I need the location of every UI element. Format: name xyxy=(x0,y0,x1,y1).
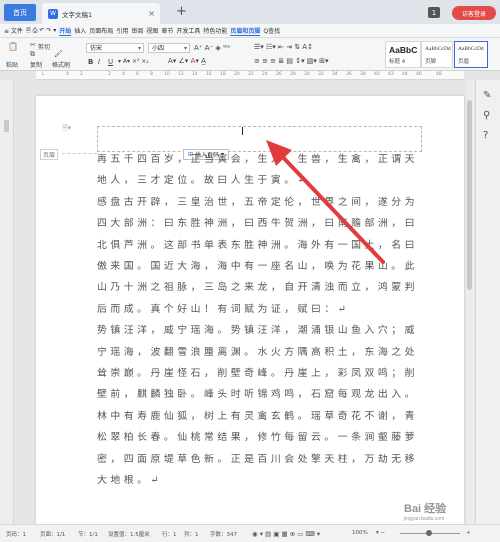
menu-search[interactable]: Q查找 xyxy=(263,26,280,35)
italic-icon[interactable]: I xyxy=(98,58,100,66)
document-tab-title: 文字文稿1 xyxy=(62,10,93,19)
zoom-dropdown-icon[interactable]: ▾ − xyxy=(376,530,385,536)
copy-label[interactable]: 复制 xyxy=(30,60,42,69)
zoom-slider-knob[interactable] xyxy=(426,530,432,536)
menu-view[interactable]: 视图 xyxy=(146,26,158,35)
right-tool-panel: ✎ ⚲ ? xyxy=(475,80,500,524)
font-grow-icon[interactable]: A⁺ A⁻ ◈ ᵂᵃ xyxy=(194,44,230,52)
style-card-header[interactable]: AaBbCcDd 页眉 xyxy=(454,41,488,68)
copy-icon[interactable]: ⧉ xyxy=(30,50,35,59)
cut-label[interactable]: 剪切 xyxy=(38,42,50,51)
paragraph: 感盘古开辟，三皇治世，五帝定伦，世界之间，遂分为四大部洲：曰东胜神洲，曰西牛贺洲… xyxy=(97,196,419,315)
quick-access-icons[interactable]: 🗎 ⎙ ↶ ↷ ▾ xyxy=(26,26,56,36)
menu-page-layout[interactable]: 页面布局 xyxy=(89,26,113,35)
font-name-select[interactable]: 仿宋 xyxy=(86,43,144,53)
scrollbar-thumb[interactable] xyxy=(467,100,472,290)
window-count-badge[interactable]: 1 xyxy=(428,7,440,18)
menu-review[interactable]: 审阅 xyxy=(131,26,143,35)
vertical-ruler[interactable] xyxy=(0,80,14,524)
watermark-logo: Bai 经验 jingyan.baidu.com xyxy=(404,500,446,522)
status-bar: 页码：1 页面：1/1 节：1/1 设置值：1.5厘米 行：1 列：1 字数：3… xyxy=(0,524,500,542)
paste-label[interactable]: 粘贴 xyxy=(6,60,18,69)
text-effects-icons[interactable]: A▾ ∠▾ A▾ A̲ xyxy=(168,57,206,65)
menu-header-footer[interactable]: 页眉和页脚 xyxy=(230,26,261,36)
title-bar: 首页 W 文字文稿1 × + 1 访客登录 xyxy=(0,0,500,24)
new-tab-button[interactable]: + xyxy=(176,5,187,18)
paragraph: 再五千四百岁，正当寅会，生人，生兽，生禽，正谓天地人，三才定位。故曰人生于寅。↵ xyxy=(97,154,419,187)
home-tab[interactable]: 首页 xyxy=(4,4,36,21)
menu-features[interactable]: 特色功能 xyxy=(203,26,227,35)
text-cursor xyxy=(242,127,243,135)
style-sample: AaBbCcDd xyxy=(458,46,484,52)
adjust-icon[interactable]: ⚲ xyxy=(483,110,490,121)
close-tab-icon[interactable]: × xyxy=(148,9,155,18)
style-card-heading4[interactable]: AaBbC 标题 4 xyxy=(385,41,421,68)
pen-icon[interactable]: ✎ xyxy=(483,90,491,101)
menu-home[interactable]: 开始 xyxy=(59,26,72,36)
status-words[interactable]: 字数：347 xyxy=(210,530,237,538)
cut-icon[interactable]: ✂ xyxy=(30,41,36,49)
document-body[interactable]: 再五千四百岁，正当寅会，生人，生兽，生禽，正谓天地人，三才定位。故曰人生于寅。↵… xyxy=(97,149,427,492)
document-page[interactable]: 🗎▾ 页眉 ⊞ 插入页码 ▾ 再五千四百岁，正当寅会，生人，生兽，生禽，正谓天地… xyxy=(36,96,464,524)
menu-file[interactable]: ≡ 文件 xyxy=(4,26,23,35)
menu-references[interactable]: 引用 xyxy=(116,26,128,35)
watermark-text: Bai 经验 xyxy=(404,503,447,515)
vertical-ruler-margin-marker xyxy=(4,120,9,132)
page-indicator-icon: 🗎▾ xyxy=(62,124,72,132)
view-mode-icons[interactable]: ◉ ▾ ▤ ▣ ▦ ⊕ ▭ ⌨ ▾ xyxy=(252,530,320,538)
format-painter-icon[interactable]: 🖌 xyxy=(54,50,63,58)
font-format-icons[interactable]: ▾ A▾ ×² ×₂ xyxy=(118,58,149,65)
status-col[interactable]: 列：1 xyxy=(184,530,199,538)
status-page[interactable]: 页码：1 xyxy=(6,530,26,538)
paste-icon[interactable]: 📋 xyxy=(8,42,18,51)
status-section[interactable]: 节：1/1 xyxy=(78,530,98,538)
style-label: 页眉 xyxy=(458,59,470,65)
font-size-select[interactable]: 小四 xyxy=(148,43,190,53)
style-card-footer[interactable]: AaBbCcDd 页脚 xyxy=(421,41,453,68)
menu-section[interactable]: 章节 xyxy=(161,26,173,35)
status-setting[interactable]: 设置值：1.5厘米 xyxy=(108,530,150,538)
zoom-in-icon[interactable]: + xyxy=(466,530,471,536)
list-icons[interactable]: ☰▾ ☷▾ ⇤ ⇥ ⇅ A↕ xyxy=(254,43,313,51)
align-icons[interactable]: ≡ ≡ ≡ ≣ ▤ ↕▾ ▧▾ ⊞▾ xyxy=(254,57,329,65)
paragraph: 势镇汪洋，威宁瑶海。势镇汪洋，潮涌银山鱼入穴；威宁瑶海，波翻雪浪蜃离渊。水火方隅… xyxy=(97,325,419,487)
vertical-scrollbar[interactable] xyxy=(466,80,474,524)
help-icon[interactable]: ? xyxy=(483,130,488,141)
style-label: 标题 4 xyxy=(389,59,406,65)
watermark-subtext: jingyan.baidu.com xyxy=(404,516,445,522)
style-sample: AaBbC xyxy=(389,45,418,55)
header-label: 页眉 xyxy=(40,149,59,160)
status-pages[interactable]: 页面：1/1 xyxy=(40,530,65,538)
format-painter-label[interactable]: 格式刷 xyxy=(52,60,70,69)
ribbon-toolbar: 📋 粘贴 ✂ 剪切 ⧉ 复制 🖌 格式刷 仿宋 小四 A⁺ A⁻ ◈ ᵂᵃ B … xyxy=(0,38,500,71)
menu-bar: ≡ 文件 🗎 ⎙ ↶ ↷ ▾ 开始 插入 页面布局 引用 审阅 视图 章节 开发… xyxy=(0,24,500,38)
style-sample: AaBbCcDd xyxy=(425,46,451,52)
menu-developer[interactable]: 开发工具 xyxy=(176,26,200,35)
header-boundary-line xyxy=(62,153,97,154)
document-tab[interactable]: W 文字文稿1 × xyxy=(42,3,160,24)
writer-doc-icon: W xyxy=(48,8,58,19)
horizontal-ruler[interactable]: L 42 246 8 10 12 14 16 18 20 22 24 26 28 30 32 34… xyxy=(36,71,464,80)
style-label: 页脚 xyxy=(425,59,437,65)
zoom-level[interactable]: 100% xyxy=(352,530,368,536)
underline-icon[interactable]: U xyxy=(108,58,113,66)
status-row[interactable]: 行：1 xyxy=(162,530,177,538)
menu-insert[interactable]: 插入 xyxy=(74,26,86,35)
visitor-login-button[interactable]: 访客登录 xyxy=(452,6,496,20)
bold-icon[interactable]: B xyxy=(88,58,93,66)
